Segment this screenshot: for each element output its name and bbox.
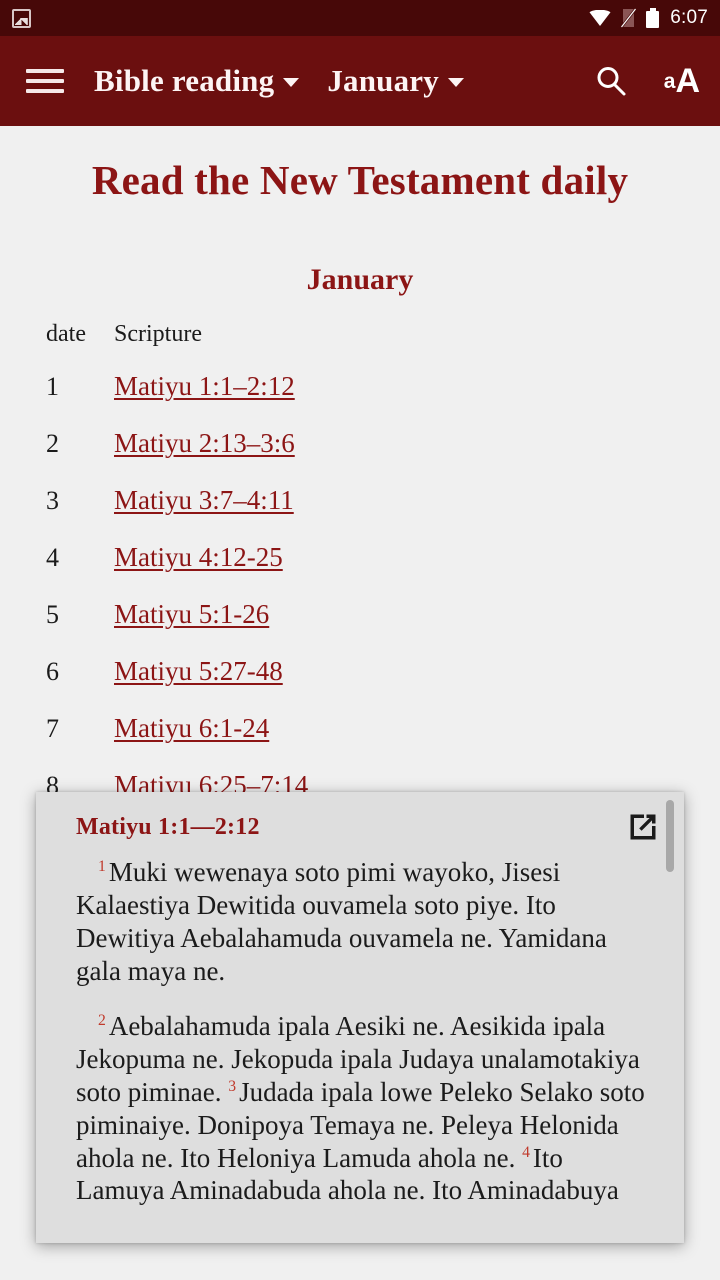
scripture-link[interactable]: Matiyu 5:1-26: [114, 599, 269, 629]
scripture-paragraph: 2 Aebalahamuda ipala Aesiki ne. Aesikida …: [76, 1010, 646, 1208]
bible-reading-dropdown-label: Bible reading: [94, 63, 275, 98]
table-cell-scripture: Matiyu 2:13–3:6: [114, 415, 308, 472]
scripture-link[interactable]: Matiyu 4:12-25: [114, 542, 283, 572]
table-cell-date: 5: [46, 600, 59, 630]
hamburger-menu-icon[interactable]: [26, 66, 66, 96]
wifi-icon: [589, 10, 611, 26]
table-header-row: date Scripture: [46, 321, 308, 358]
page-title: Read the New Testament daily: [91, 157, 629, 203]
table-cell-date: 7: [46, 714, 59, 744]
verse-text: Muki wewenaya soto pimi wayoko, Jisesi K…: [76, 857, 607, 986]
table-cell-date: 1: [46, 372, 59, 402]
verse-number: 3: [228, 1077, 237, 1095]
column-header-date: date: [46, 321, 86, 348]
popup-header: Matiyu 1:1—2:12: [36, 792, 684, 842]
verse-number: 1: [98, 858, 106, 875]
scripture-paragraph: 1 Muki wewenaya soto pimi wayoko, Jisesi …: [76, 856, 646, 988]
open-in-new-icon[interactable]: [628, 812, 658, 842]
table-cell-date: 6: [46, 657, 59, 687]
table-row: 5 Matiyu 5:1-26: [46, 586, 308, 643]
popup-scrollbar[interactable]: [666, 800, 674, 1235]
sim-off-icon: [620, 8, 637, 28]
table-cell-date: 4: [46, 543, 59, 573]
table-cell-scripture: Matiyu 1:1–2:12: [114, 358, 308, 415]
table-row: 4 Matiyu 4:12-25: [46, 529, 308, 586]
table-row: 3 Matiyu 3:7–4:11: [46, 472, 308, 529]
table-row: 7 Matiyu 6:1-24: [46, 700, 308, 757]
table-cell-date: 2: [46, 429, 59, 459]
month-dropdown-label: January: [327, 63, 439, 98]
scripture-link[interactable]: Matiyu 3:7–4:11: [114, 485, 294, 515]
app-bar: Bible reading January aA: [0, 36, 720, 126]
app-bar-actions: aA: [594, 64, 700, 98]
table-cell-scripture: Matiyu 6:1-24: [114, 700, 308, 757]
status-bar-right: 6:07: [589, 7, 708, 29]
popup-title: Matiyu 1:1—2:12: [76, 814, 260, 840]
popup-scrollbar-thumb[interactable]: [666, 800, 674, 872]
scripture-preview-popup: Matiyu 1:1—2:12 1 Muki wewenaya soto pimi…: [36, 792, 684, 1243]
month-heading: January: [306, 263, 414, 297]
bible-reading-dropdown[interactable]: Bible reading: [94, 63, 300, 99]
scripture-link[interactable]: Matiyu 5:27-48: [114, 656, 283, 686]
table-row: 1 Matiyu 1:1–2:12: [46, 358, 308, 415]
scripture-link[interactable]: Matiyu 6:1-24: [114, 713, 269, 743]
scripture-link[interactable]: Matiyu 2:13–3:6: [114, 428, 295, 458]
table-cell-scripture: Matiyu 5:27-48: [114, 643, 308, 700]
popup-scripture-body: 1 Muki wewenaya soto pimi wayoko, Jisesi …: [36, 842, 684, 1207]
status-bar: 6:07: [0, 0, 720, 36]
status-bar-clock: 6:07: [670, 7, 708, 28]
table-cell-scripture: Matiyu 4:12-25: [114, 529, 308, 586]
text-size-icon[interactable]: aA: [664, 64, 700, 98]
table-cell-date: 3: [46, 486, 59, 516]
table-cell-scripture: Matiyu 3:7–4:11: [114, 472, 308, 529]
table-row: 6 Matiyu 5:27-48: [46, 643, 308, 700]
chevron-down-icon: [447, 78, 464, 87]
table-row: 2 Matiyu 2:13–3:6: [46, 415, 308, 472]
reading-plan-table: date Scripture 1 Matiyu 1:1–2:12 2 Matiyu 2…: [46, 321, 308, 871]
search-icon[interactable]: [594, 64, 628, 98]
verse-number: 4: [522, 1143, 530, 1161]
battery-full-icon: [646, 8, 660, 28]
text-size-large-label: A: [675, 62, 700, 100]
month-dropdown[interactable]: January: [327, 63, 464, 99]
table-cell-scripture: Matiyu 5:1-26: [114, 586, 308, 643]
scripture-link[interactable]: Matiyu 1:1–2:12: [114, 371, 295, 401]
column-header-scripture: Scripture: [114, 321, 202, 348]
status-bar-left: [12, 8, 31, 28]
image-notification-icon: [12, 8, 31, 28]
verse-number: 2: [98, 1011, 106, 1029]
chevron-down-icon: [283, 78, 300, 87]
text-size-small-label: a: [663, 69, 676, 93]
